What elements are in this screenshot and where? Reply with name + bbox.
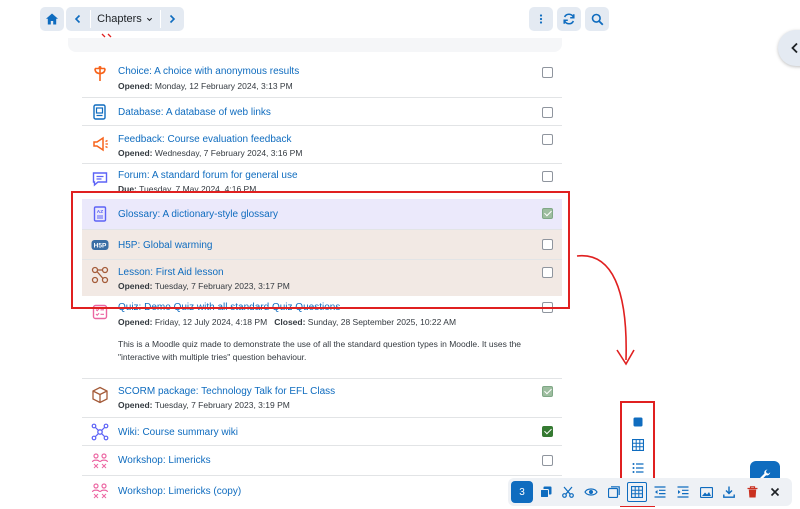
eye-icon[interactable] [581, 482, 601, 502]
annotation-overlay [71, 191, 655, 507]
bulk-edit-toolbar: 3 [508, 478, 792, 506]
selected-count-badge: 3 [511, 481, 533, 503]
close-icon[interactable] [765, 482, 785, 502]
image-icon[interactable] [696, 482, 716, 502]
duplicate-icon[interactable] [536, 482, 556, 502]
cut-icon[interactable] [558, 482, 578, 502]
trash-icon[interactable] [742, 482, 762, 502]
selection-annotation-box [71, 191, 570, 309]
list-icon[interactable] [630, 460, 646, 476]
square-icon[interactable] [630, 414, 646, 430]
copy-icon[interactable] [604, 482, 624, 502]
grid-icon[interactable] [627, 482, 647, 502]
select-options-popover [626, 406, 650, 476]
course-page: { "nav": { "chapters_label": "Chapters",… [0, 0, 800, 509]
grid-icon[interactable] [630, 437, 646, 453]
annotation-arrow [576, 255, 627, 361]
indent-right-icon[interactable] [673, 482, 693, 502]
download-icon[interactable] [719, 482, 739, 502]
indent-left-icon[interactable] [650, 482, 670, 502]
